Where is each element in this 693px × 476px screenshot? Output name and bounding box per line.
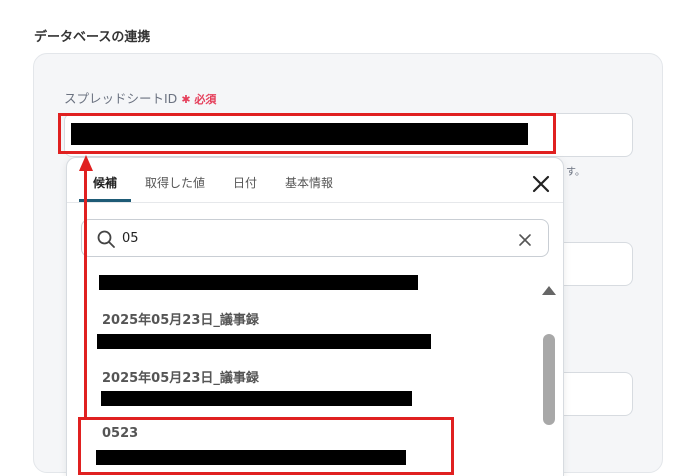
spreadsheet-id-label: スプレッドシートID ✱ 必須 (64, 88, 216, 107)
dropdown-tabs: 候補 取得した値 日付 基本情報 (79, 158, 347, 202)
tab-acquired-values[interactable]: 取得した値 (131, 158, 219, 202)
arrow-up-icon (79, 155, 93, 171)
spreadsheet-id-label-text: スプレッドシートID (64, 91, 178, 106)
redacted-item-text (99, 275, 418, 290)
annotation-arrow-line (84, 170, 87, 418)
scrollbar-thumb[interactable] (543, 334, 555, 425)
search-box: 05 (81, 219, 549, 257)
page-root: データベースの連携 スプレッドシートID ✱ 必須 す。 候補 取得した値 日付 … (0, 0, 693, 476)
hint-text: す。 (566, 167, 585, 178)
tab-basic-info[interactable]: 基本情報 (271, 158, 347, 202)
search-input[interactable]: 05 (122, 231, 139, 246)
tab-date[interactable]: 日付 (219, 158, 271, 202)
tabs-divider (67, 202, 563, 203)
redacted-item-id (101, 391, 412, 406)
clear-icon[interactable] (518, 232, 532, 246)
chevron-up-icon[interactable] (541, 281, 557, 295)
close-icon[interactable] (529, 172, 553, 196)
section-title: データベースの連携 (34, 30, 151, 45)
redacted-item-id (97, 334, 431, 349)
secondary-input[interactable] (556, 242, 633, 286)
search-icon (96, 229, 116, 249)
annotation-highlight-input (58, 113, 556, 154)
tertiary-input[interactable] (556, 372, 633, 416)
list-item-title: 2025年05月23日_議事録 (102, 313, 259, 328)
annotation-highlight-item (78, 417, 454, 475)
required-badge: ✱ 必須 (181, 93, 217, 106)
list-item-title: 2025年05月23日_議事録 (102, 371, 259, 386)
